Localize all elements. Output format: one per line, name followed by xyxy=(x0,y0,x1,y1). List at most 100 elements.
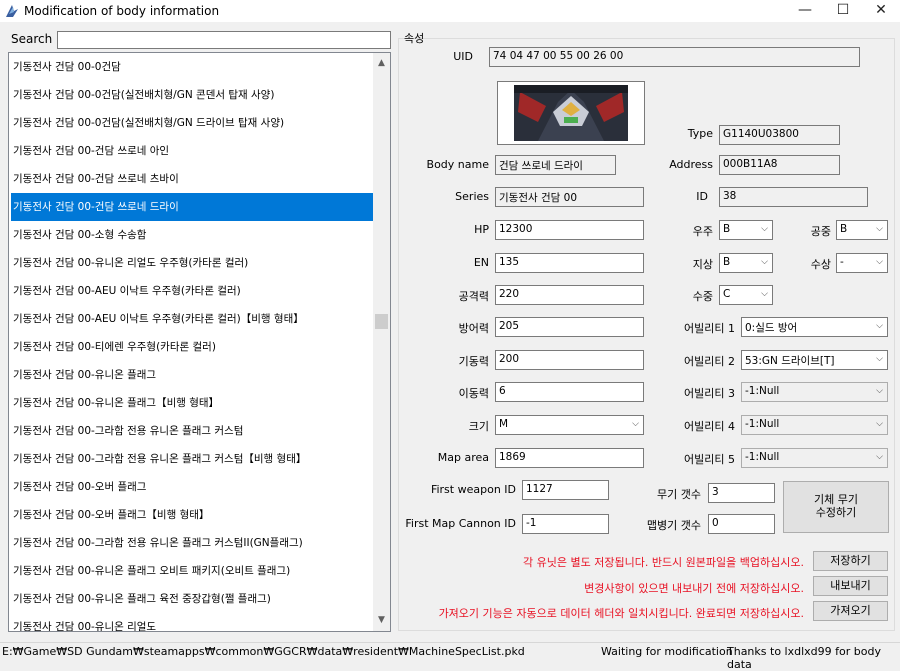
edit-weapons-line1: 기체 무기 xyxy=(814,493,858,506)
mobility-field[interactable]: 200 xyxy=(495,350,644,370)
edit-weapons-button[interactable]: 기체 무기 수정하기 xyxy=(783,481,889,533)
chevron-down-icon: ⌵ xyxy=(761,257,768,267)
list-item[interactable]: 기동전사 건담 00-건담 쓰로네 츠바이 xyxy=(11,165,374,193)
water-value: - xyxy=(840,256,844,268)
chevron-down-icon: ⌵ xyxy=(632,419,639,429)
maximize-button[interactable]: ☐ xyxy=(824,0,862,22)
save-button[interactable]: 저장하기 xyxy=(813,551,888,571)
list-item[interactable]: 기동전사 건담 00-티에렌 우주형(카타론 컬러) xyxy=(11,333,374,361)
scroll-down-icon[interactable]: ▼ xyxy=(373,612,390,629)
underwater-dropdown[interactable]: C ⌵ xyxy=(719,285,773,305)
import-button[interactable]: 가져오기 xyxy=(813,601,888,621)
movement-field[interactable]: 6 xyxy=(495,382,644,402)
scroll-thumb[interactable] xyxy=(375,314,388,329)
space-dropdown[interactable]: B ⌵ xyxy=(719,220,773,240)
ability1-label: 어빌리티 1 xyxy=(684,322,735,335)
status-bar: E:₩Game₩SD Gundam₩steamapps₩common₩GGCR₩… xyxy=(0,642,900,671)
list-item[interactable]: 기동전사 건담 00-유니온 리얼도 우주형(카타론 컬러) xyxy=(11,249,374,277)
ability3-value: -1:Null xyxy=(745,385,780,397)
ability2-label: 어빌리티 2 xyxy=(684,355,735,368)
ability1-dropdown[interactable]: 0:실드 방어 ⌵ xyxy=(741,317,888,337)
cannon-count-label: 맵병기 갯수 xyxy=(646,519,701,532)
weapon-count-label: 무기 갯수 xyxy=(657,488,701,501)
address-field[interactable]: 000B11A8 xyxy=(719,155,840,175)
chevron-down-icon: ⌵ xyxy=(876,419,883,429)
underwater-label: 수중 xyxy=(692,290,713,303)
chevron-down-icon: ⌵ xyxy=(876,354,883,364)
attack-field[interactable]: 220 xyxy=(495,285,644,305)
list-item[interactable]: 기동전사 건담 00-0건담 xyxy=(11,53,374,81)
series-label: Series xyxy=(455,190,489,203)
uid-field[interactable]: 74 04 47 00 55 00 26 00 xyxy=(489,47,860,67)
list-item[interactable]: 기동전사 건담 00-그라함 전용 유니온 플래그 커스텀II(GN플래그) xyxy=(11,529,374,557)
list-item[interactable]: 기동전사 건담 00-건담 쓰로네 드라이 xyxy=(11,193,374,221)
map-area-field[interactable]: 1869 xyxy=(495,448,644,468)
minimize-button[interactable]: — xyxy=(786,0,824,22)
app-icon xyxy=(6,5,18,17)
list-item[interactable]: 기동전사 건담 00-오버 플래그 xyxy=(11,473,374,501)
ground-label: 지상 xyxy=(692,258,713,271)
search-input[interactable] xyxy=(57,31,391,49)
save-warning: 각 유닛은 별도 저장됩니다. 반드시 원본파일을 백업하십시오. xyxy=(523,556,804,569)
id-field[interactable]: 38 xyxy=(719,187,868,207)
first-weapon-field[interactable]: 1127 xyxy=(522,480,609,500)
first-cannon-field[interactable]: -1 xyxy=(522,514,609,534)
export-button[interactable]: 내보내기 xyxy=(813,576,888,596)
import-warning: 가져오기 기능은 자동으로 데이터 헤더와 일치시킵니다. 완료되면 저장하십시… xyxy=(438,607,804,620)
map-area-label: Map area xyxy=(437,451,489,464)
list-item[interactable]: 기동전사 건담 00-유니온 리얼도 xyxy=(11,613,374,631)
chevron-down-icon: ⌵ xyxy=(761,289,768,299)
unit-list[interactable]: 기동전사 건담 00-0건담 기동전사 건담 00-0건담(실전배치형/GN 콘덴… xyxy=(8,52,391,632)
export-warning: 변경사항이 있으면 내보내기 전에 저장하십시오. xyxy=(584,582,804,595)
list-item[interactable]: 기동전사 건담 00-유니온 플래그【비행 형태】 xyxy=(11,389,374,417)
list-item[interactable]: 기동전사 건담 00-유니온 플래그 오비트 패키지(오비트 플래그) xyxy=(11,557,374,585)
close-button[interactable]: ✕ xyxy=(862,0,900,22)
list-item[interactable]: 기동전사 건담 00-AEU 이낙트 우주형(카타론 컬러) xyxy=(11,277,374,305)
body-name-field[interactable]: 건담 쓰로네 드라이 xyxy=(495,155,616,175)
en-field[interactable]: 135 xyxy=(495,253,644,273)
cannon-count-field[interactable]: 0 xyxy=(708,514,775,534)
list-scrollbar[interactable]: ▲ ▼ xyxy=(373,53,390,631)
list-item[interactable]: 기동전사 건담 00-0건담(실전배치형/GN 드라이브 탑재 사양) xyxy=(11,109,374,137)
list-item[interactable]: 기동전사 건담 00-그라함 전용 유니온 플래그 커스텀 xyxy=(11,417,374,445)
attack-label: 공격력 xyxy=(458,290,489,303)
air-value: B xyxy=(840,223,848,235)
list-item[interactable]: 기동전사 건담 00-그라함 전용 유니온 플래그 커스텀【비행 형태】 xyxy=(11,445,374,473)
ability2-dropdown[interactable]: 53:GN 드라이브[T] ⌵ xyxy=(741,350,888,370)
type-field[interactable]: G1140U03800 xyxy=(719,125,840,145)
edit-weapons-line2: 수정하기 xyxy=(815,506,857,519)
hp-field[interactable]: 12300 xyxy=(495,220,644,240)
list-item[interactable]: 기동전사 건담 00-오버 플래그【비행 형태】 xyxy=(11,501,374,529)
air-label: 공중 xyxy=(810,225,831,238)
size-value: M xyxy=(499,418,509,430)
air-dropdown[interactable]: B ⌵ xyxy=(836,220,888,240)
first-cannon-label: First Map Cannon ID xyxy=(405,517,516,530)
list-item[interactable]: 기동전사 건담 00-소형 수송함 xyxy=(11,221,374,249)
list-item[interactable]: 기동전사 건담 00-유니온 플래그 육전 중장갑형(쩔 플래그) xyxy=(11,585,374,613)
status-credit: Thanks to lxdlxd99 for body data xyxy=(727,645,881,671)
defense-field[interactable]: 205 xyxy=(495,317,644,337)
size-label: 크기 xyxy=(468,420,489,433)
list-item[interactable]: 기동전사 건담 00-0건담(실전배치형/GN 콘덴서 탑재 사양) xyxy=(11,81,374,109)
size-dropdown[interactable]: M ⌵ xyxy=(495,415,644,435)
water-dropdown[interactable]: - ⌵ xyxy=(836,253,888,273)
scroll-up-icon[interactable]: ▲ xyxy=(373,55,390,72)
en-label: EN xyxy=(473,256,489,269)
list-item[interactable]: 기동전사 건담 00-AEU 이낙트 우주형(카타론 컬러)【비행 형태】 xyxy=(11,305,374,333)
list-item[interactable]: 기동전사 건담 00-유니온 플래그 xyxy=(11,361,374,389)
weapon-count-field[interactable]: 3 xyxy=(708,483,775,503)
ability5-dropdown[interactable]: -1:Null ⌵ xyxy=(741,448,888,468)
title-bar: Modification of body information — ☐ ✕ xyxy=(0,0,900,22)
space-label: 우주 xyxy=(692,225,713,238)
type-label: Type xyxy=(687,127,713,140)
body-name-label: Body name xyxy=(426,158,489,171)
movement-label: 이동력 xyxy=(458,387,489,400)
chevron-down-icon: ⌵ xyxy=(761,224,768,234)
series-field[interactable]: 기동전사 건담 00 xyxy=(495,187,644,207)
list-item[interactable]: 기동전사 건담 00-건담 쓰로네 아인 xyxy=(11,137,374,165)
ability4-dropdown[interactable]: -1:Null ⌵ xyxy=(741,415,888,435)
ground-dropdown[interactable]: B ⌵ xyxy=(719,253,773,273)
chevron-down-icon: ⌵ xyxy=(876,321,883,331)
ability5-value: -1:Null xyxy=(745,451,780,463)
ability3-dropdown[interactable]: -1:Null ⌵ xyxy=(741,382,888,402)
